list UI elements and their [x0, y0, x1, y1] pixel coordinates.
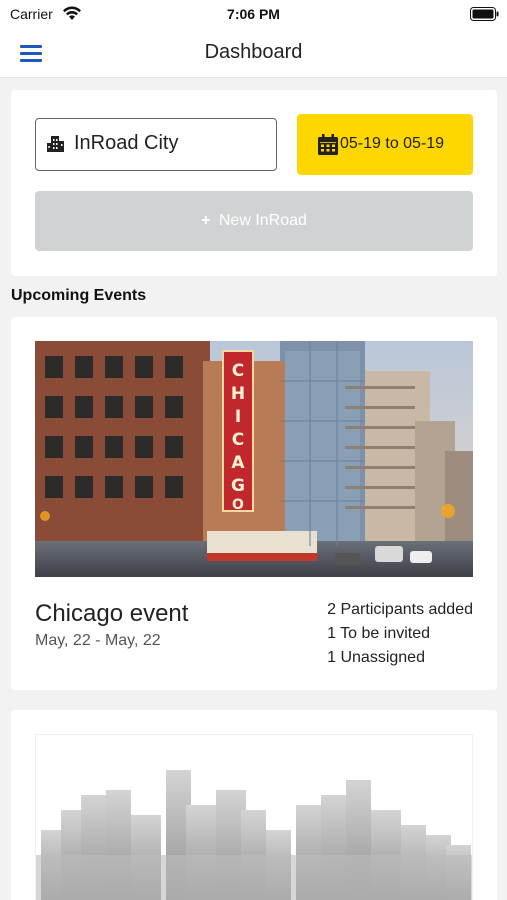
navigation-bar: Dashboard — [0, 30, 507, 78]
page-title: Dashboard — [204, 41, 303, 63]
hamburger-menu-icon[interactable] — [18, 42, 44, 64]
date-range-button[interactable]: 05-19 to 05-19 — [297, 114, 473, 175]
svg-text:G: G — [231, 476, 245, 496]
new-inroad-label: New InRoad — [218, 212, 307, 229]
event-card[interactable]: CHICAGO Chicago event May, 22 - May, 22 … — [11, 317, 497, 690]
event-title: Chicago event — [35, 600, 189, 627]
svg-text:I: I — [235, 407, 241, 427]
status-time: 7:06 PM — [227, 6, 280, 22]
plus-icon: + — [201, 212, 211, 229]
event-photo: CHICAGO — [35, 341, 473, 577]
svg-text:C: C — [232, 361, 244, 381]
date-range-label: 05-19 to 05-19 — [340, 135, 445, 152]
participants-added-stat: 2 Participants added — [327, 601, 473, 618]
svg-text:C: C — [232, 430, 244, 450]
event-dates: May, 22 - May, 22 — [35, 632, 161, 649]
svg-text:A: A — [231, 453, 245, 473]
event-photo — [35, 734, 473, 900]
city-label: InRoad City — [74, 132, 179, 154]
status-bar: Carrier 7:06 PM — [0, 0, 507, 30]
battery-icon — [470, 7, 499, 21]
building-icon — [47, 136, 64, 152]
city-selector[interactable]: InRoad City — [35, 118, 277, 171]
filter-card: InRoad City 05-19 to 05-19 + New InRoad — [11, 90, 497, 276]
event-card[interactable] — [11, 710, 497, 900]
calendar-icon — [318, 134, 338, 155]
new-inroad-button[interactable]: + New InRoad — [35, 191, 473, 251]
unassigned-stat: 1 Unassigned — [327, 649, 425, 666]
svg-text:H: H — [231, 384, 245, 404]
event-stats: 2 Participants added 1 To be invited 1 U… — [327, 598, 473, 670]
to-be-invited-stat: 1 To be invited — [327, 625, 431, 642]
upcoming-events-heading: Upcoming Events — [11, 287, 147, 304]
svg-text:O: O — [232, 497, 244, 513]
